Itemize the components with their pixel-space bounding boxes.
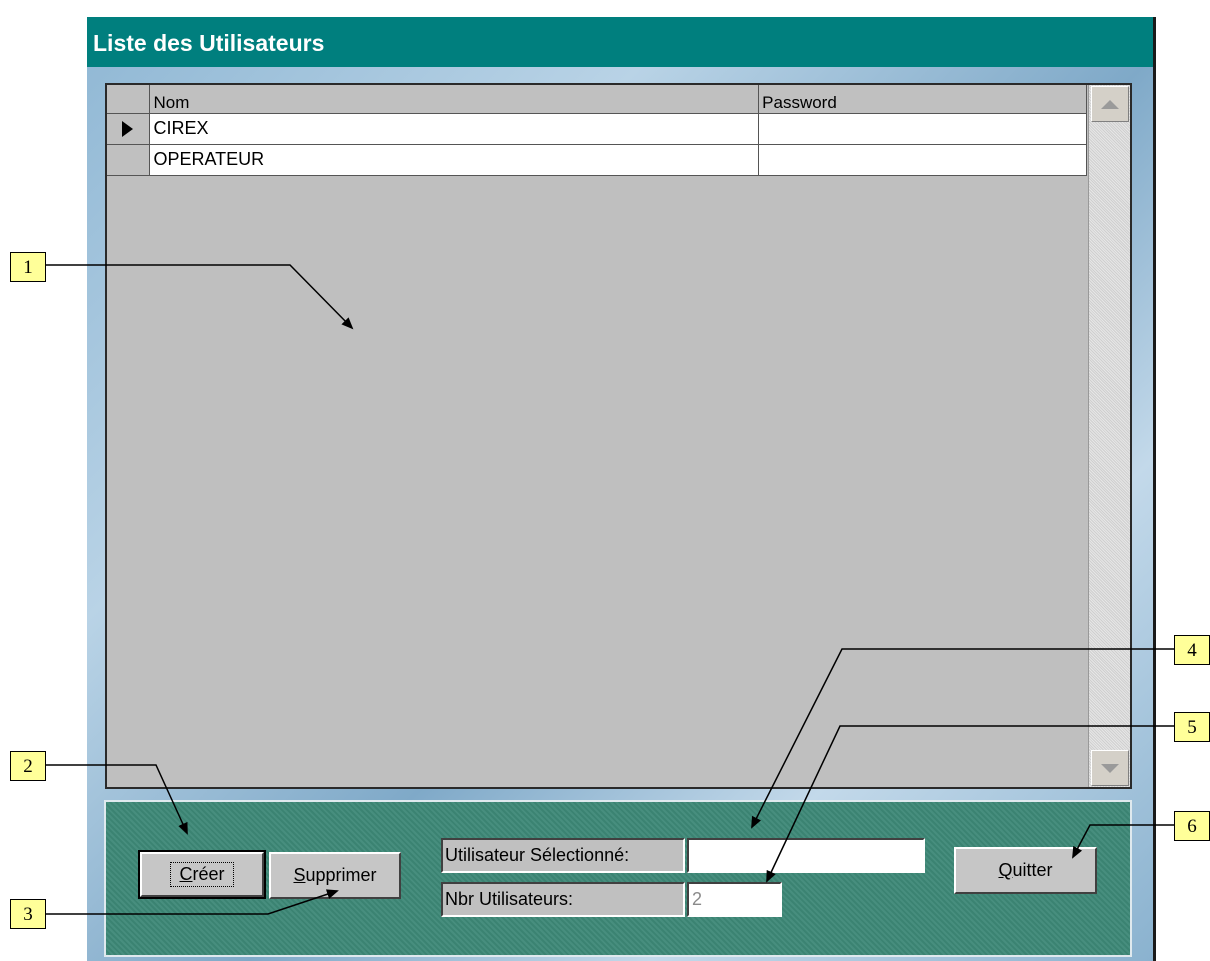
scroll-up-icon — [1101, 99, 1119, 109]
current-row-icon — [122, 120, 133, 137]
cell-password[interactable] — [758, 144, 1087, 176]
callout-3: 3 — [10, 899, 46, 929]
users-grid[interactable]: Nom Password CIREX OPERATEUR — [105, 83, 1132, 789]
scroll-up-button[interactable] — [1091, 86, 1129, 122]
cell-nom[interactable]: OPERATEUR — [149, 144, 760, 176]
creer-button[interactable]: Créer — [138, 850, 266, 899]
column-header-nom[interactable]: Nom — [149, 85, 760, 114]
table-row[interactable]: CIREX — [107, 113, 1087, 145]
callout-2: 2 — [10, 751, 46, 781]
callout-5: 5 — [1174, 712, 1210, 742]
window-title: Liste des Utilisateurs — [87, 17, 1153, 67]
callout-1: 1 — [10, 252, 46, 282]
row-selector-header — [107, 85, 151, 114]
cell-password[interactable] — [758, 113, 1087, 145]
row-selector[interactable] — [107, 113, 151, 145]
cell-nom[interactable]: CIREX — [149, 113, 760, 145]
quitter-button[interactable]: Quitter — [954, 847, 1097, 894]
callout-6: 6 — [1174, 811, 1210, 841]
user-count-label: Nbr Utilisateurs: — [441, 882, 685, 917]
row-selector[interactable] — [107, 144, 151, 176]
bottom-panel: Créer Supprimer Utilisateur Sélectionné:… — [104, 800, 1132, 957]
vertical-scrollbar[interactable] — [1088, 85, 1130, 787]
selected-user-field[interactable] — [687, 838, 925, 873]
users-window: Liste des Utilisateurs Nom Password CIRE… — [87, 17, 1156, 961]
table-header-row: Nom Password — [107, 85, 1087, 114]
supprimer-button[interactable]: Supprimer — [269, 852, 401, 899]
callout-4: 4 — [1174, 635, 1210, 665]
selected-user-label: Utilisateur Sélectionné: — [441, 838, 685, 873]
table-row[interactable]: OPERATEUR — [107, 144, 1087, 176]
scroll-down-button[interactable] — [1091, 750, 1129, 786]
column-header-password[interactable]: Password — [758, 85, 1087, 114]
user-count-field: 2 — [687, 882, 782, 917]
users-table: Nom Password CIREX OPERATEUR — [107, 85, 1087, 176]
scroll-down-icon — [1101, 763, 1119, 773]
